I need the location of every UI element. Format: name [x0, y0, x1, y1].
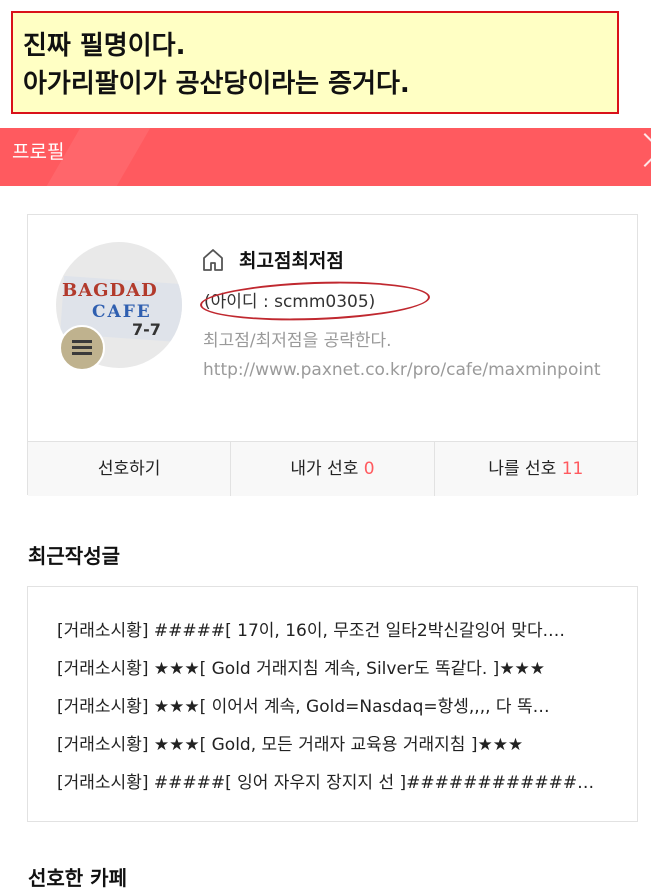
menu-icon[interactable]: [59, 325, 105, 371]
profile-card: BAGDAD CAFE 7-7 최고점최저점 (아이디 : scmm0305) …: [27, 214, 638, 496]
favorites-me-label: 나를 선호: [488, 459, 562, 479]
avatar-text-2: CAFE: [92, 302, 152, 322]
post-item[interactable]: [거래소시황] ★★★[ Gold 거래지침 계속, Silver도 똑같다. …: [57, 650, 607, 688]
favorites-me-tab[interactable]: 나를 선호 11: [435, 442, 637, 496]
recent-posts-title: 최근작성글: [28, 544, 120, 568]
profile-actions: 선호하기 내가 선호 0 나를 선호 11: [28, 441, 637, 496]
cafe-description: 최고점/최저점을 공략한다. http://www.paxnet.co.kr/p…: [203, 331, 601, 380]
profile-header: 프로필: [0, 128, 651, 186]
annotation-box: 진짜 필명이다. 아가리팔이가 공산당이라는 증거다.: [11, 11, 619, 114]
post-item[interactable]: [거래소시황] #####[ 잉어 자우지 장지지 선 ]###########…: [57, 764, 607, 802]
post-item[interactable]: [거래소시황] ★★★[ Gold, 모든 거래자 교육용 거래지침 ]★★★: [57, 726, 607, 764]
home-icon: [203, 249, 223, 271]
chevron-right-icon[interactable]: [628, 133, 651, 167]
cafe-name[interactable]: 최고점최저점: [239, 246, 344, 273]
favorite-button[interactable]: 선호하기: [28, 442, 232, 496]
favorites-me-count: 11: [561, 459, 584, 479]
page-title: 프로필: [12, 141, 65, 163]
post-item[interactable]: [거래소시황] #####[ 17이, 16이, 무조건 일타2박신갈잉어 맞다…: [57, 612, 607, 650]
highlight-oval: [199, 277, 431, 325]
annotation-line-2: 아가리팔이가 공산당이라는 증거다.: [23, 69, 410, 99]
post-item[interactable]: [거래소시황] ★★★[ 이어서 계속, Gold=Nasdaq=항셍,,,, …: [57, 688, 607, 726]
my-favorites-tab[interactable]: 내가 선호 0: [231, 442, 435, 496]
favorite-cafes-title: 선호한 카페: [28, 866, 127, 890]
my-favorites-count: 0: [363, 459, 375, 479]
avatar-text-3: 7-7: [132, 320, 161, 339]
recent-posts-list: [거래소시황] #####[ 17이, 16이, 무조건 일타2박신갈잉어 맞다…: [27, 586, 638, 822]
annotation-line-1: 진짜 필명이다.: [23, 31, 186, 61]
my-favorites-label: 내가 선호: [290, 459, 364, 479]
avatar-text-1: BAGDAD: [62, 280, 158, 301]
